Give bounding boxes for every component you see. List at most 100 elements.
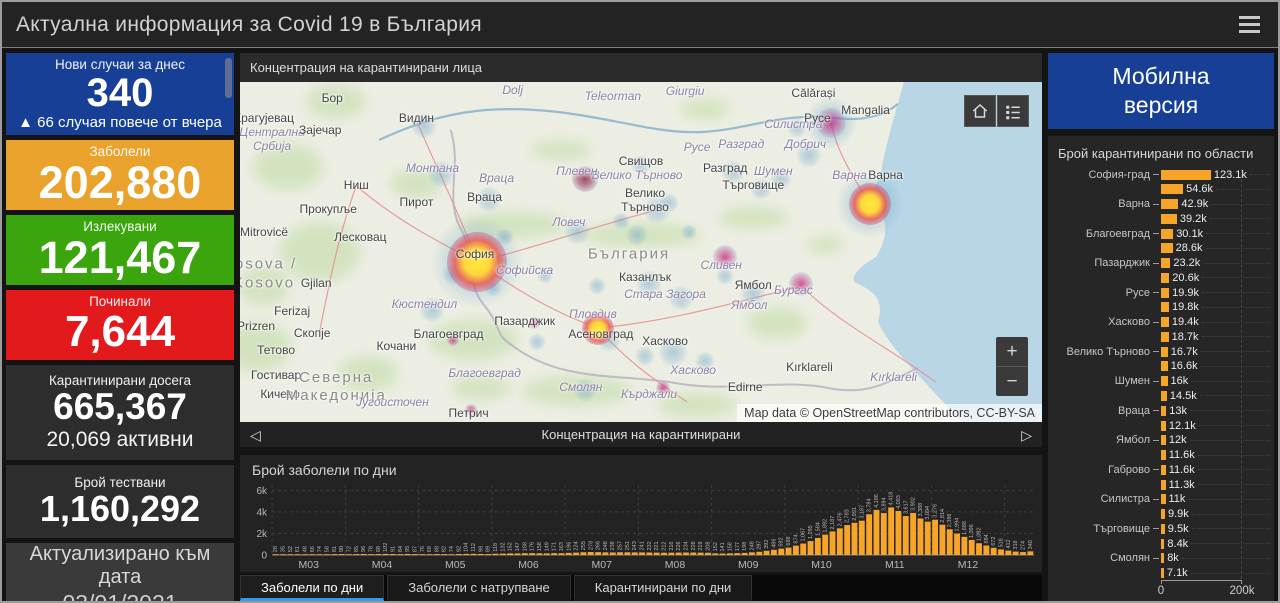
axis-tick <box>1153 499 1159 500</box>
region-value: 16.7k <box>1171 346 1198 358</box>
region-bar <box>1161 302 1169 312</box>
region-row: Габрово11.6k <box>1052 464 1270 475</box>
svg-text:68: 68 <box>427 546 433 552</box>
region-value: 20.6k <box>1172 272 1199 284</box>
region-label: Хасково <box>1052 316 1150 328</box>
svg-text:52: 52 <box>288 546 294 552</box>
scrollbar-thumb[interactable] <box>225 58 232 98</box>
svg-text:274: 274 <box>1020 541 1026 550</box>
stat-card-title: Заболели <box>90 144 151 159</box>
region-value: 8.4k <box>1167 538 1188 550</box>
axis-tick <box>1153 395 1159 396</box>
region-value: 42.9k <box>1181 198 1208 210</box>
axis-tick <box>1153 277 1159 278</box>
map-attribution: Map data © OpenStreetMap contributors, C… <box>737 404 1042 422</box>
svg-text:78: 78 <box>368 546 374 552</box>
region-row: София-град123.1k <box>1052 169 1270 180</box>
region-bar <box>1161 170 1211 180</box>
region-label: Враца <box>1052 405 1150 417</box>
map-carousel: ◁ Концентрация на карантинирани ▷ <box>240 422 1042 447</box>
svg-text:2,476: 2,476 <box>837 513 843 527</box>
region-value: 8k <box>1167 552 1179 564</box>
region-label: Русе <box>1052 287 1150 299</box>
svg-text:518: 518 <box>999 538 1005 547</box>
region-row: 28.6k <box>1052 243 1270 254</box>
svg-text:266: 266 <box>596 541 602 550</box>
axis-tick <box>1153 366 1159 367</box>
region-axis: 0 200k <box>1052 579 1270 599</box>
axis-tick <box>1153 189 1159 190</box>
map-controls <box>964 95 1029 127</box>
region-row: 16.6k <box>1052 361 1270 372</box>
tab-2[interactable]: Заболели с натрупване <box>387 575 571 601</box>
row-guide <box>1206 248 1270 249</box>
axis-tick <box>1153 573 1159 574</box>
stat-card: Карантинирани досега665,36720,069 активн… <box>6 365 234 460</box>
region-row: 19.8k <box>1052 302 1270 313</box>
region-bar <box>1161 539 1164 549</box>
row-guide <box>1200 395 1270 396</box>
region-bar <box>1161 317 1169 327</box>
svg-text:M10: M10 <box>811 559 832 571</box>
tab-1[interactable]: Заболели по дни <box>240 575 384 601</box>
stat-card-title: Починали <box>89 294 151 309</box>
svg-text:486: 486 <box>771 539 777 548</box>
region-bar-chart[interactable]: София-град123.1k54.6kВарна42.9k39.2kБлаг… <box>1052 169 1270 579</box>
region-value: 9.9k <box>1168 508 1189 520</box>
region-value: 19.4k <box>1172 316 1199 328</box>
region-value: 16k <box>1171 375 1189 387</box>
svg-text:152: 152 <box>508 542 514 551</box>
row-guide <box>1199 425 1270 426</box>
axis-tick <box>1153 528 1159 529</box>
region-chart-title: Брой карантинирани по области <box>1058 146 1270 161</box>
content: Нови случаи за днес340▲ 66 случая повече… <box>2 48 1278 601</box>
axis-tick <box>1153 425 1159 426</box>
axis-tick <box>1153 248 1159 249</box>
map-canvas[interactable]: + − Map data © OpenStreetMap contributor… <box>240 82 1042 422</box>
stat-card-title: Излекувани <box>83 219 156 234</box>
svg-text:340: 340 <box>1028 540 1034 549</box>
region-bar <box>1161 450 1166 460</box>
daily-bar-chart[interactable]: 02k4k6k283552614866745881907285967888102… <box>240 479 1042 571</box>
stat-card-value: 202,880 <box>39 159 202 206</box>
carousel-prev-arrow[interactable]: ◁ <box>250 428 261 442</box>
right-sidebar: Мобилна версия Брой карантинирани по обл… <box>1048 53 1274 601</box>
region-value: 54.6k <box>1186 183 1213 195</box>
row-guide <box>1201 351 1270 352</box>
row-guide <box>1203 263 1270 264</box>
zoom-in-button[interactable]: + <box>996 337 1028 366</box>
svg-text:2,814: 2,814 <box>940 509 946 523</box>
mobile-version-button[interactable]: Мобилна версия <box>1048 53 1274 129</box>
carousel-next-arrow[interactable]: ▷ <box>1021 428 1032 442</box>
legend-button[interactable] <box>997 95 1029 127</box>
tab-3[interactable]: Карантинирани по дни <box>574 575 753 601</box>
svg-text:96: 96 <box>361 546 367 552</box>
map-base-layers <box>240 82 1042 422</box>
row-guide <box>1202 277 1270 278</box>
svg-text:226: 226 <box>676 541 682 550</box>
svg-text:672: 672 <box>991 537 997 546</box>
region-label: Благоевград <box>1052 228 1150 240</box>
row-guide <box>1198 484 1270 485</box>
svg-text:3,388: 3,388 <box>918 503 924 517</box>
svg-text:241: 241 <box>640 541 646 550</box>
axis-tick <box>1153 469 1159 470</box>
row-guide <box>1210 218 1270 219</box>
svg-text:152: 152 <box>713 542 719 551</box>
region-row: 9.9k <box>1052 509 1270 520</box>
stat-card-value: 7,644 <box>65 309 175 355</box>
region-row: 11.6k <box>1052 450 1270 461</box>
svg-text:149: 149 <box>544 542 550 551</box>
region-value: 9.5k <box>1168 523 1189 535</box>
region-value: 13k <box>1169 405 1187 417</box>
row-guide <box>1202 307 1270 308</box>
svg-text:3,617: 3,617 <box>903 500 909 514</box>
axis-tick <box>1153 336 1159 337</box>
zoom-out-button[interactable]: − <box>996 366 1028 396</box>
map-zoom-control: + − <box>996 337 1028 396</box>
home-extent-button[interactable] <box>964 95 996 127</box>
daily-chart-panel: Брой заболели по дни 02k4k6k283552614866… <box>240 455 1042 572</box>
hamburger-menu-icon[interactable] <box>1235 12 1264 37</box>
region-row: 8.4k <box>1052 538 1270 549</box>
axis-tick <box>1153 558 1159 559</box>
